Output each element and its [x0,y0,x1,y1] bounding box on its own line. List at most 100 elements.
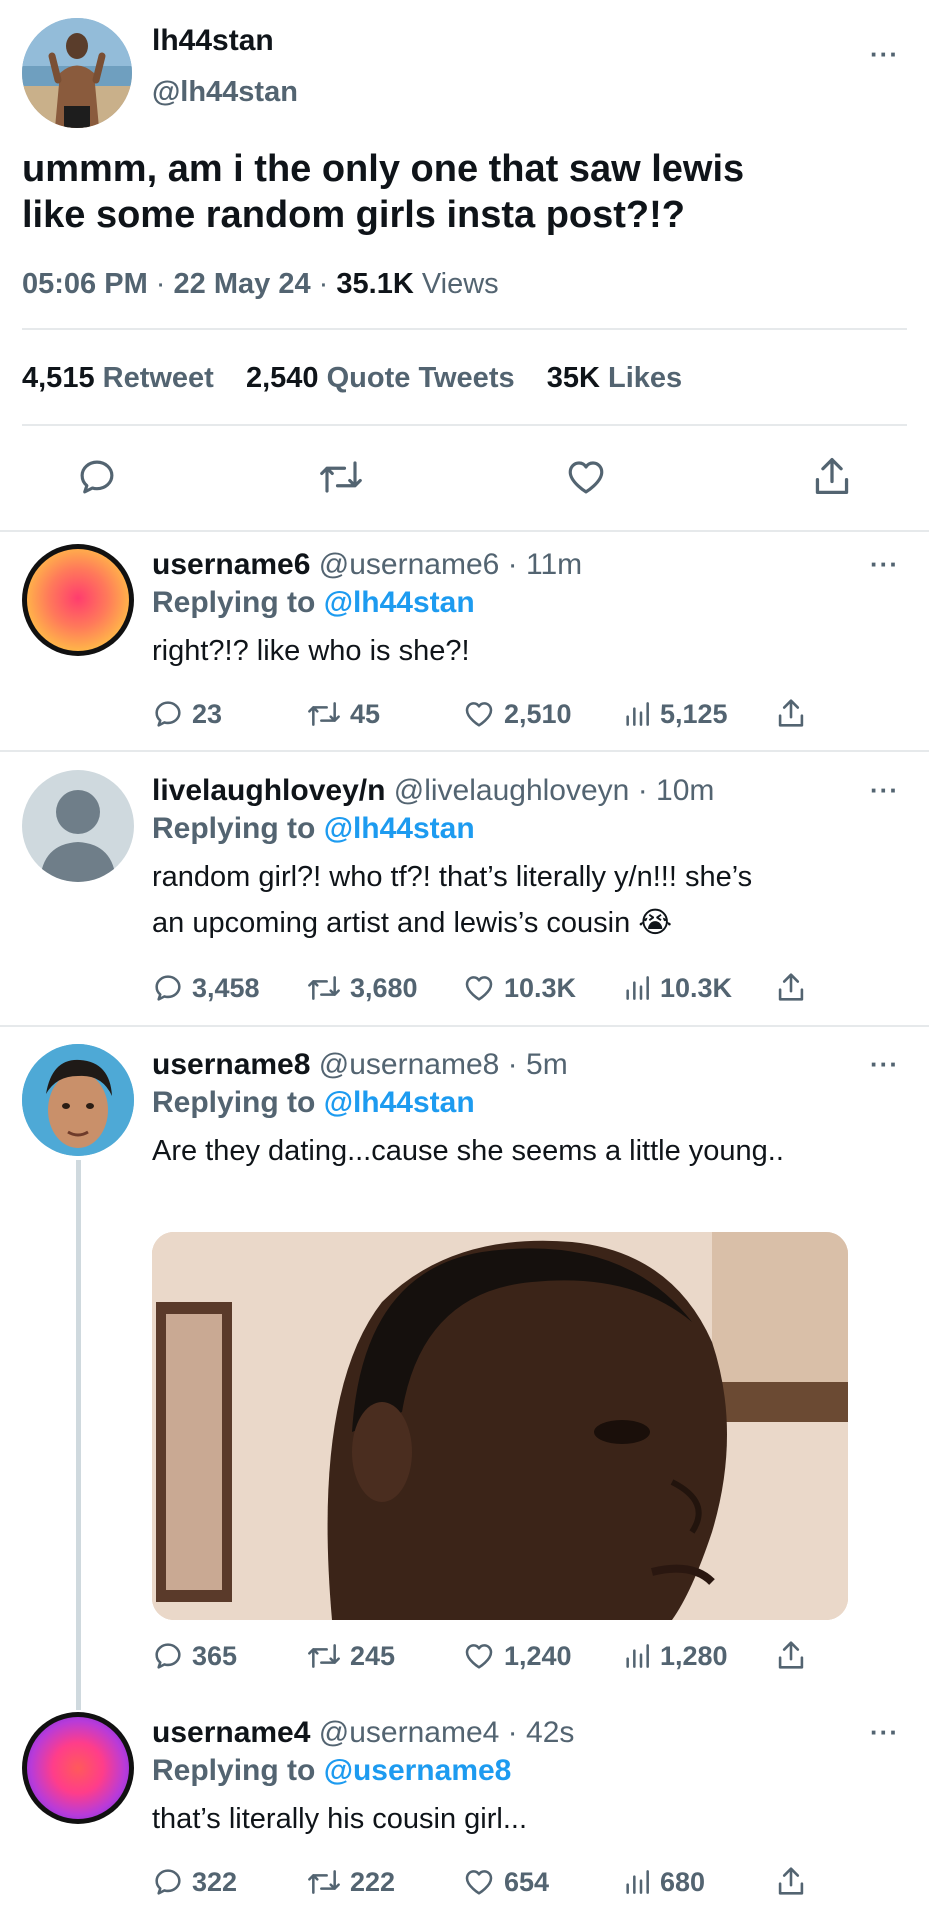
replying-to-link[interactable]: @lh44stan [324,586,475,619]
retweets-label: Retweet [102,362,214,394]
share-icon [778,1867,804,1895]
reply-icon [155,1869,181,1895]
reply-handle[interactable]: @livelaughloveyn [394,774,630,807]
reply-icon [155,1643,181,1669]
reply-avatar[interactable] [22,1712,134,1824]
separator: · [507,1716,518,1749]
separator: · [507,1048,518,1081]
divider [22,328,907,330]
like-count: 654 [504,1866,550,1897]
views-button[interactable]: 1,280 [622,1640,728,1672]
views-button[interactable]: 680 [622,1866,705,1898]
replying-prefix: Replying to [152,812,316,845]
reply-button[interactable] [76,456,118,503]
like-button[interactable] [564,456,608,503]
tweet-time[interactable]: 05:06 PM [22,268,148,300]
views-icon [626,1870,649,1894]
reply-icon [80,460,114,494]
reply-age[interactable]: 5m [526,1048,568,1081]
share-button[interactable] [776,696,806,730]
more-icon[interactable]: ··· [870,1719,899,1745]
tweet-meta: 05:06 PM · 22 May 24 · 35.1K Views [22,268,499,301]
retweets-stat[interactable]: 4,515 Retweet [22,362,222,394]
views-button[interactable]: 5,125 [622,698,728,730]
retweet-count: 45 [350,698,381,729]
more-icon[interactable]: ··· [870,41,899,67]
attached-media-image[interactable] [152,1232,848,1620]
reply-header: livelaughlovey/n @livelaughloveyn · 10m [152,774,714,808]
likes-stat[interactable]: 35K Likes [547,362,682,394]
retweet-button[interactable]: 222 [306,1866,395,1898]
retweet-count: 245 [350,1640,396,1671]
retweet-button[interactable]: 45 [306,698,380,730]
reply-button[interactable]: 365 [152,1640,237,1672]
like-icon [465,1870,493,1895]
share-button[interactable] [812,454,852,503]
like-button[interactable]: 2,510 [462,698,572,730]
reply-icon [155,701,181,727]
reply-handle[interactable]: @username6 [319,548,500,581]
reply-icon [155,975,181,1001]
reply-button[interactable]: 23 [152,698,222,730]
main-tweet-text-line2: like some random girls insta post?!? [22,194,686,236]
retweet-icon [308,1644,340,1668]
quotes-stat[interactable]: 2,540 Quote Tweets [246,362,523,394]
more-icon[interactable]: ··· [870,551,899,577]
reply-count: 322 [192,1866,238,1897]
reply-display-name[interactable]: username6 [152,548,310,581]
replying-to-link[interactable]: @username8 [324,1754,512,1787]
share-button[interactable] [776,1638,806,1672]
reply-button[interactable]: 3,458 [152,972,260,1004]
reply-display-name[interactable]: username4 [152,1716,310,1749]
section-divider [0,1025,929,1027]
reply-count: 365 [192,1640,238,1671]
like-button[interactable]: 10.3K [462,972,576,1004]
reply-avatar[interactable] [22,544,134,656]
replying-to-line: Replying to @lh44stan [152,812,475,846]
main-display-name[interactable]: lh44stan [152,24,274,58]
reply-display-name[interactable]: username8 [152,1048,310,1081]
retweet-icon [320,461,362,493]
reply-header: username8 @username8 · 5m [152,1048,568,1082]
replying-to-link[interactable]: @lh44stan [324,1086,475,1119]
reply-handle[interactable]: @username8 [319,1048,500,1081]
reply-avatar[interactable] [22,770,134,882]
reply-button[interactable]: 322 [152,1866,237,1898]
views-count: 680 [660,1866,706,1897]
retweet-button[interactable]: 245 [306,1640,395,1672]
tweet-date[interactable]: 22 May 24 [174,268,311,300]
reply-display-name[interactable]: livelaughlovey/n [152,774,385,807]
reply-text: that’s literally his cousin girl... [152,1796,527,1842]
like-icon [465,1644,493,1669]
main-avatar[interactable] [22,18,132,128]
share-icon [778,699,804,727]
like-button[interactable]: 654 [462,1866,549,1898]
more-icon[interactable]: ··· [870,777,899,803]
replying-prefix: Replying to [152,586,316,619]
meta-separator: · [318,268,329,300]
retweet-icon [308,1870,340,1894]
main-handle[interactable]: @lh44stan [152,76,298,109]
more-icon[interactable]: ··· [870,1051,899,1077]
like-icon [465,976,493,1001]
views-button[interactable]: 10.3K [622,972,732,1004]
replying-to-link[interactable]: @lh44stan [324,812,475,845]
retweet-button[interactable]: 3,680 [306,972,418,1004]
default-avatar-icon [40,790,116,882]
reply-count: 3,458 [192,972,260,1003]
retweet-button[interactable] [318,456,364,503]
like-button[interactable]: 1,240 [462,1640,572,1672]
reply-age[interactable]: 42s [526,1716,574,1749]
like-icon [465,702,493,727]
retweet-count: 222 [350,1866,396,1897]
like-count: 2,510 [504,698,572,729]
reply-handle[interactable]: @username4 [319,1716,500,1749]
separator: · [637,774,648,807]
reply-avatar[interactable] [22,1044,134,1156]
reply-text: Are they dating...cause she seems a litt… [152,1128,784,1174]
reply-age[interactable]: 11m [526,548,582,581]
views-icon [626,1644,649,1668]
reply-age[interactable]: 10m [656,774,714,807]
share-button[interactable] [776,1864,806,1898]
share-button[interactable] [776,970,806,1004]
